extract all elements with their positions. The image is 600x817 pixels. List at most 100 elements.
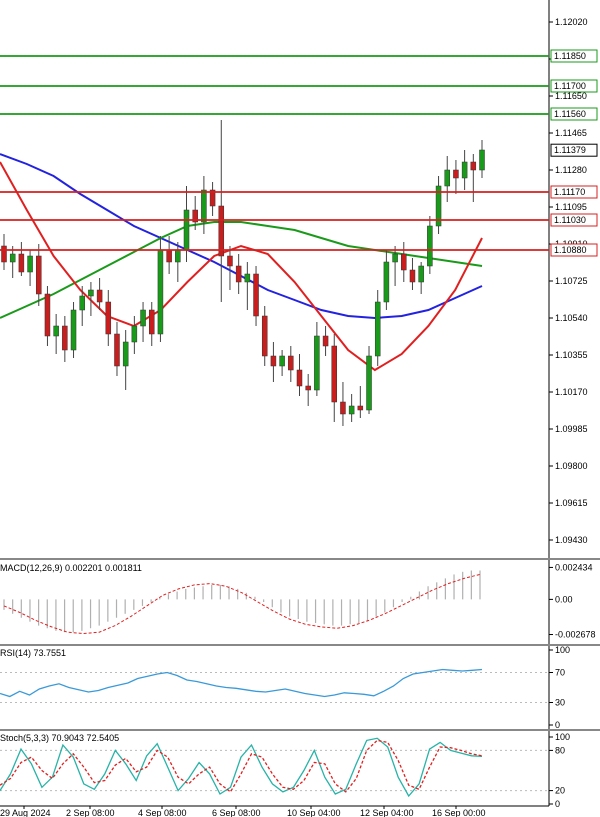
time-axis: 29 Aug 2024 2 Sep 08:00 4 Sep 08:00 6 Sep 0…: [0, 806, 486, 817]
candle-body: [444, 169, 450, 187]
candle-body: [62, 325, 68, 351]
candle-body: [166, 249, 172, 263]
stochastic-pane: 100 80 20 0: [0, 732, 570, 809]
candle-body: [453, 169, 459, 179]
forex-chart: 1.120201.118351.116501.114651.112801.110…: [0, 0, 600, 817]
price-pane: [0, 0, 600, 807]
candle-body: [418, 265, 424, 283]
candle-body: [70, 309, 77, 351]
candle-body: [357, 405, 364, 411]
candle-body: [461, 161, 468, 179]
price-tick-label: 1.10725: [555, 276, 588, 286]
macd-tick-label: 0.00: [555, 594, 573, 604]
candle-body: [183, 209, 190, 251]
level-label: 1.11170: [554, 187, 585, 197]
candle-body: [114, 333, 120, 367]
candle-body: [305, 385, 311, 391]
time-tick-label: 10 Sep 04:00: [287, 808, 341, 817]
level-label: 1.11030: [554, 215, 586, 225]
price-tick-label: 1.09430: [555, 535, 588, 545]
candle-body: [348, 405, 355, 415]
macd-tick-label: -0.002678: [555, 630, 596, 640]
level-label: 1.11700: [554, 81, 586, 91]
candle-body: [218, 205, 225, 257]
level-label: 1.11850: [554, 51, 586, 61]
rsi-label: RSI(14) 73.7551: [0, 648, 66, 658]
price-axis: 1.120201.118351.116501.114651.112801.110…: [549, 17, 588, 545]
candle-body: [470, 161, 477, 171]
price-tick-label: 1.10170: [555, 387, 588, 397]
candle-body: [235, 265, 242, 283]
candle-body: [401, 253, 407, 271]
candle-body: [1, 245, 7, 263]
candle-body: [88, 289, 94, 297]
price-tick-label: 1.09985: [555, 424, 588, 434]
rsi-tick-label: 70: [555, 668, 565, 678]
candle-body: [479, 149, 485, 171]
price-tick-label: 1.10355: [555, 350, 588, 360]
candle-body: [175, 249, 181, 263]
candle-body: [366, 355, 372, 411]
candle-body: [157, 249, 164, 335]
candle-body: [96, 289, 103, 303]
stoch-label: Stoch(5,3,3) 70.9043 72.5405: [0, 733, 119, 743]
stoch-signal-line: [0, 739, 483, 793]
time-tick-label: 4 Sep 08:00: [138, 808, 187, 817]
candle-body: [322, 335, 329, 347]
level-label: 1.10880: [554, 245, 587, 255]
candle-body: [44, 293, 51, 337]
rsi-tick-label: 0: [555, 720, 560, 730]
rsi-line: [0, 668, 483, 698]
candle-body: [131, 325, 138, 343]
candle-body: [9, 253, 16, 263]
candle-body: [201, 189, 207, 223]
candle-body: [270, 355, 277, 367]
candle-body: [314, 335, 320, 391]
price-tick-label: 1.09615: [555, 498, 588, 508]
macd-pane: 0.002434 0.00 -0.002678: [3, 562, 596, 640]
time-tick-label: 29 Aug 2024: [0, 808, 51, 817]
candle-body: [27, 255, 33, 273]
candle-body: [288, 355, 294, 371]
stoch-tick-label: 80: [555, 745, 565, 755]
candle-body: [296, 369, 303, 387]
candle-body: [18, 253, 25, 273]
time-tick-label: 2 Sep 08:00: [66, 808, 115, 817]
stoch-tick-label: 100: [555, 732, 570, 742]
current-price-label: 1.11379: [554, 145, 586, 155]
support-resistance-levels: 1.11850 1.11700 1.11560 1.11170 1.11030 1.108…: [0, 49, 598, 257]
candle-body: [392, 253, 398, 263]
candle-body: [340, 401, 346, 415]
time-tick-label: 16 Sep 00:00: [432, 808, 486, 817]
candle-body: [244, 273, 251, 283]
candle-body: [105, 301, 112, 335]
stoch-main-line: [0, 737, 483, 798]
price-tick-label: 1.11280: [555, 165, 587, 175]
stoch-tick-label: 0: [555, 799, 560, 809]
price-tick-label: 1.12020: [555, 17, 588, 27]
macd-label: MACD(12,26,9) 0.002201 0.001811: [0, 563, 142, 573]
candle-body: [409, 269, 416, 283]
candle-body: [140, 309, 146, 327]
macd-signal-line: [3, 573, 481, 635]
candle-body: [279, 355, 285, 367]
rsi-tick-label: 100: [555, 645, 570, 655]
rsi-pane: 100 70 30 0: [0, 645, 570, 730]
time-tick-label: 12 Sep 04:00: [360, 808, 414, 817]
candle-body: [122, 341, 129, 367]
macd-tick-label: 0.002434: [555, 562, 593, 572]
moving-average-line: [0, 153, 483, 320]
candle-body: [427, 225, 433, 267]
candle-body: [79, 295, 85, 311]
candle-body: [383, 261, 390, 303]
level-label: 1.11560: [554, 109, 586, 119]
candle-body: [331, 345, 338, 403]
candle-body: [253, 273, 259, 317]
candle-body: [36, 255, 42, 295]
candle-body: [227, 255, 233, 267]
candle-body: [148, 309, 155, 335]
stoch-tick-label: 20: [555, 786, 565, 796]
price-tick-label: 1.11095: [555, 202, 587, 212]
rsi-tick-label: 30: [555, 698, 565, 708]
price-tick-label: 1.09800: [555, 461, 588, 471]
